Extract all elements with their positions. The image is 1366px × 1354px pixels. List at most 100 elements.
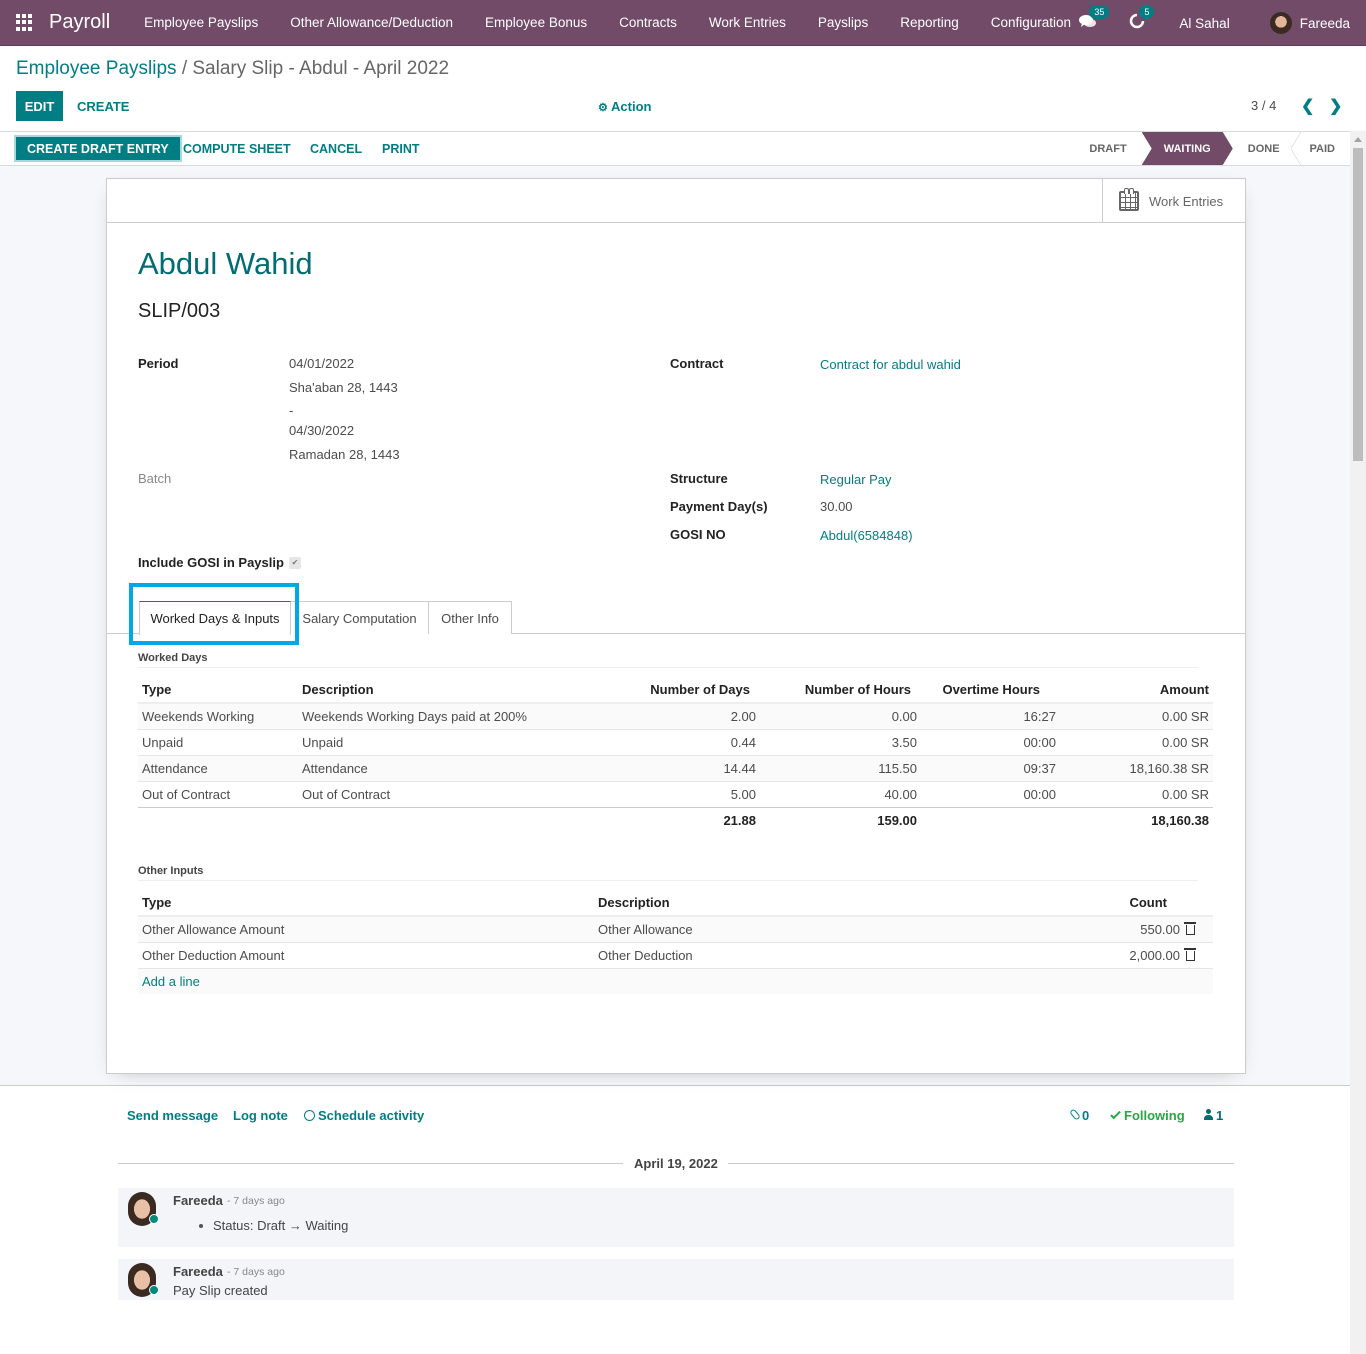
create-button[interactable]: CREATE — [77, 91, 129, 121]
period-end-hijri: Ramadan 28, 1443 — [289, 447, 400, 462]
schedule-activity-button[interactable]: Schedule activity — [304, 1108, 424, 1123]
breadcrumb: Employee Payslips / Salary Slip - Abdul … — [16, 58, 449, 80]
pager-value[interactable]: 3 / 4 — [1251, 98, 1276, 113]
create-draft-entry-button[interactable]: CREATE DRAFT ENTRY — [14, 135, 182, 162]
cell-overtime: 00:00 — [921, 780, 1060, 807]
cell-overtime: 00:00 — [921, 728, 1060, 755]
trash-icon[interactable] — [1184, 947, 1196, 961]
menu-payslips[interactable]: Payslips — [802, 15, 884, 30]
menu-other-allowance-deduction[interactable]: Other Allowance/Deduction — [274, 15, 469, 30]
menu-work-entries[interactable]: Work Entries — [693, 15, 802, 30]
col-type[interactable]: Type — [138, 677, 298, 704]
cell-amount: 0.00 SR — [1060, 702, 1213, 729]
stage-waiting[interactable]: WAITING — [1142, 132, 1233, 165]
table-row[interactable]: Attendance Attendance 14.44 115.50 09:37… — [138, 754, 1213, 781]
chevron-left-icon[interactable]: ❮ — [1301, 96, 1314, 116]
attachments-button[interactable]: 0 — [1069, 1108, 1089, 1123]
message-body: Pay Slip created — [173, 1283, 268, 1298]
company-switcher[interactable]: Al Sahal — [1179, 16, 1229, 31]
col-type[interactable]: Type — [138, 890, 594, 917]
table-row[interactable]: Other Deduction Amount Other Deduction 2… — [138, 941, 1213, 968]
cell-description: Attendance — [298, 754, 620, 781]
cell-type: Out of Contract — [138, 780, 298, 807]
activities-button[interactable]: 5 — [1129, 5, 1155, 33]
user-menu[interactable]: Fareeda — [1300, 16, 1350, 31]
gosi-no-label: GOSI NO — [670, 527, 726, 542]
batch-label: Batch — [138, 471, 172, 486]
menu-configuration[interactable]: Configuration — [975, 15, 1087, 30]
action-menu[interactable]: ⚙ Action — [598, 99, 651, 114]
table-row[interactable]: Unpaid Unpaid 0.44 3.50 00:00 0.00 SR — [138, 728, 1213, 755]
cancel-button[interactable]: CANCEL — [299, 135, 373, 162]
col-description[interactable]: Description — [298, 677, 620, 704]
stage-draft[interactable]: DRAFT — [1074, 132, 1141, 165]
chevron-right-icon[interactable]: ❯ — [1329, 96, 1342, 116]
tab-salary-computation[interactable]: Salary Computation — [290, 601, 429, 634]
edit-button[interactable]: EDIT — [16, 91, 63, 121]
tracking-old-value: Status: Draft — [213, 1218, 286, 1233]
compute-sheet-button[interactable]: COMPUTE SHEET — [172, 135, 302, 162]
table-row[interactable]: Weekends Working Weekends Working Days p… — [138, 702, 1213, 729]
stage-done[interactable]: DONE — [1233, 132, 1295, 165]
col-count[interactable]: Count — [1034, 890, 1213, 917]
print-button[interactable]: PRINT — [371, 135, 431, 162]
contract-label: Contract — [670, 356, 724, 371]
following-button[interactable]: Following — [1110, 1108, 1185, 1123]
include-gosi-label: Include GOSI in Payslip — [138, 555, 284, 570]
calendar-icon — [1119, 188, 1139, 211]
worked-days-rule — [138, 667, 1198, 668]
page-scrollbar[interactable] — [1350, 131, 1366, 1354]
action-label: Action — [611, 99, 652, 114]
breadcrumb-parent[interactable]: Employee Payslips — [16, 58, 177, 79]
date-separator-line — [118, 1163, 623, 1164]
followers-button[interactable]: 1 — [1204, 1108, 1223, 1123]
message-author[interactable]: Fareeda — [173, 1264, 223, 1279]
gosi-no-link[interactable]: Abdul(6584848) — [820, 528, 913, 543]
cell-days: 0.44 — [620, 728, 760, 755]
contract-link[interactable]: Contract for abdul wahid — [820, 357, 961, 372]
breadcrumb-separator: / — [181, 58, 188, 79]
message-author[interactable]: Fareeda — [173, 1193, 223, 1208]
cell-amount: 18,160.38 SR — [1060, 754, 1213, 781]
cell-overtime: 09:37 — [921, 754, 1060, 781]
user-avatar[interactable] — [1269, 12, 1292, 34]
log-note-button[interactable]: Log note — [233, 1108, 288, 1123]
cell-overtime: 16:27 — [921, 702, 1060, 729]
include-gosi-checkbox[interactable]: ✔ — [289, 557, 301, 569]
menu-employee-payslips[interactable]: Employee Payslips — [128, 15, 274, 30]
tracking-new-value: Waiting — [305, 1218, 349, 1233]
menu-employee-bonus[interactable]: Employee Bonus — [469, 15, 603, 30]
cell-days: 2.00 — [620, 702, 760, 729]
work-entries-smart-button[interactable]: Work Entries — [1102, 179, 1245, 223]
online-status-icon — [149, 1285, 159, 1295]
stage-paid[interactable]: PAID — [1290, 132, 1350, 165]
trash-icon[interactable] — [1184, 921, 1196, 935]
status-bar: CREATE DRAFT ENTRY COMPUTE SHEET CANCEL … — [0, 131, 1350, 166]
online-status-icon — [149, 1214, 159, 1224]
table-row[interactable]: Out of Contract Out of Contract 5.00 40.… — [138, 780, 1213, 807]
col-number-of-days[interactable]: Number of Days — [620, 677, 760, 704]
chatter-message: Fareeda - 7 days ago Status: Draft → Wai… — [118, 1188, 1234, 1247]
app-name[interactable]: Payroll — [49, 11, 110, 34]
message-date: - 7 days ago — [227, 1266, 285, 1278]
col-description[interactable]: Description — [594, 890, 1034, 917]
table-row[interactable]: Other Allowance Amount Other Allowance 5… — [138, 915, 1213, 942]
col-overtime-hours[interactable]: Overtime Hours — [921, 677, 1060, 704]
messages-button[interactable]: 35 — [1079, 5, 1110, 33]
menu-reporting[interactable]: Reporting — [884, 15, 975, 30]
tab-other-info[interactable]: Other Info — [428, 601, 512, 634]
send-message-button[interactable]: Send message — [127, 1108, 218, 1123]
col-amount[interactable]: Amount — [1060, 677, 1213, 704]
scroll-thumb[interactable] — [1353, 148, 1363, 461]
total-amount: 18,160.38 — [1060, 806, 1213, 833]
add-a-line-link[interactable]: Add a line — [142, 974, 200, 989]
payment-days-label: Payment Day(s) — [670, 499, 768, 514]
bullet — [199, 1224, 203, 1228]
menu-contracts[interactable]: Contracts — [603, 15, 693, 30]
period-end: 04/30/2022 — [289, 423, 355, 438]
structure-link[interactable]: Regular Pay — [820, 472, 892, 487]
col-number-of-hours[interactable]: Number of Hours — [760, 677, 921, 704]
apps-menu-icon[interactable] — [16, 13, 34, 32]
message-body: Status: Draft → Waiting — [173, 1218, 348, 1233]
scroll-up-arrow-icon[interactable] — [1354, 137, 1362, 142]
